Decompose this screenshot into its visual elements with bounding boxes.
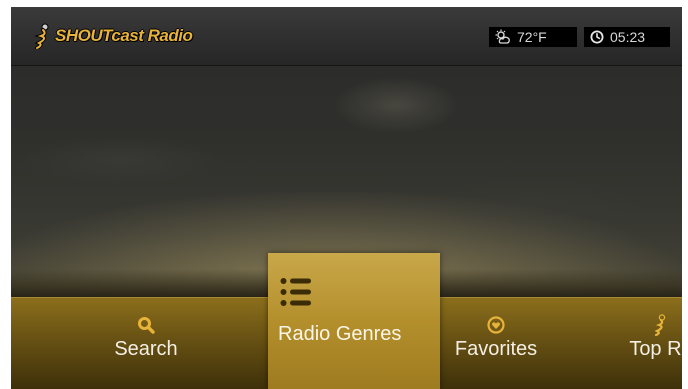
top-bar: SHOUTcast Radio 72°F 05:23 bbox=[11, 7, 682, 66]
partly-cloudy-icon bbox=[495, 29, 510, 44]
weather-status: 72°F bbox=[489, 27, 577, 47]
list-icon bbox=[280, 278, 311, 306]
menu-item-label: Top Ra bbox=[629, 338, 682, 360]
microphone-icon bbox=[34, 23, 49, 49]
screen: SHOUTcast Radio 72°F 05:23 Search Favori… bbox=[11, 7, 682, 389]
menu-item-top-radio[interactable]: Top Ra bbox=[576, 298, 682, 389]
menu-item-radio-genres[interactable]: Radio Genres bbox=[268, 253, 440, 389]
menu-item-label: Favorites bbox=[454, 338, 538, 360]
menu-item-label: Search bbox=[114, 338, 178, 360]
time-text: 05:23 bbox=[610, 29, 646, 45]
menu-item-search[interactable]: Search bbox=[61, 298, 231, 389]
heart-icon bbox=[487, 316, 505, 334]
app-logo: SHOUTcast Radio bbox=[33, 23, 193, 49]
app-title: SHOUTcast Radio bbox=[55, 26, 193, 45]
temperature-text: 72°F bbox=[517, 29, 547, 45]
clock-icon bbox=[590, 30, 604, 44]
clock-status: 05:23 bbox=[584, 27, 670, 47]
search-icon bbox=[138, 317, 155, 334]
microphone-icon bbox=[654, 314, 666, 336]
menu-item-label: Radio Genres bbox=[278, 323, 402, 345]
